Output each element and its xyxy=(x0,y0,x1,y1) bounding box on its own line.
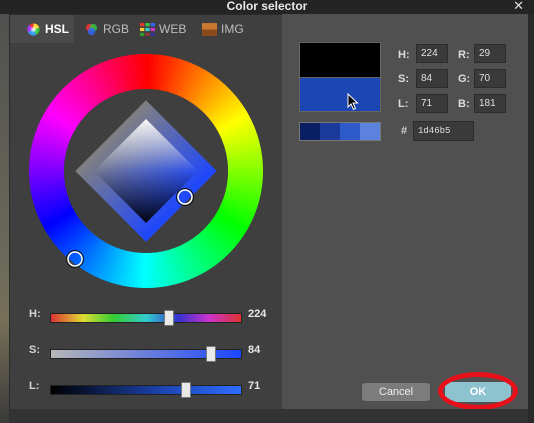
saturation-slider-thumb[interactable] xyxy=(205,346,216,362)
lightness-slider-row: L: 71 xyxy=(10,377,282,399)
saturation-slider-row: S: 84 xyxy=(10,341,282,363)
cancel-button[interactable]: Cancel xyxy=(362,383,430,401)
tab-hsl[interactable]: HSL xyxy=(10,15,74,43)
background-edge-right xyxy=(528,14,534,423)
palette-swatch[interactable] xyxy=(320,123,340,140)
palette-swatch[interactable] xyxy=(340,123,360,140)
shade-palette xyxy=(299,122,381,141)
lightness-slider[interactable] xyxy=(50,382,242,398)
tab-web-label: WEB xyxy=(159,22,187,36)
close-icon[interactable]: ✕ xyxy=(513,0,524,14)
web-grid-icon xyxy=(140,22,155,36)
r-input[interactable]: 29 xyxy=(474,44,506,63)
color-wheel[interactable] xyxy=(28,53,264,289)
lightness-slider-label: L: xyxy=(29,380,40,392)
current-color-swatch xyxy=(299,77,381,112)
r-field-label: R: xyxy=(458,49,470,61)
b-field-label: B: xyxy=(458,98,470,110)
hue-slider-label: H: xyxy=(29,308,41,320)
tab-bar: HSL RGB WEB IMG xyxy=(10,15,282,43)
title-bar: Color selector ✕ xyxy=(0,0,534,15)
tab-rgb[interactable]: RGB xyxy=(84,15,129,43)
g-input[interactable]: 70 xyxy=(474,69,506,88)
l-field-label: L: xyxy=(398,98,409,110)
hsl-panel: HSL RGB WEB IMG H: 224 S: 84 L: 71 xyxy=(9,14,283,411)
lightness-slider-thumb[interactable] xyxy=(180,382,191,398)
g-field-label: G: xyxy=(458,73,471,85)
hue-ring[interactable] xyxy=(28,53,264,289)
tab-hsl-label: HSL xyxy=(45,22,69,36)
previous-color-swatch xyxy=(299,42,381,79)
color-values-panel: H: 224 S: 84 L: 71 R: 29 G: 70 B: 181 # … xyxy=(282,14,528,410)
hue-slider-value: 224 xyxy=(248,308,267,320)
l-input[interactable]: 71 xyxy=(416,94,448,113)
red-highlight-circle xyxy=(438,372,518,410)
hex-symbol: # xyxy=(401,125,408,137)
s-input[interactable]: 84 xyxy=(416,69,448,88)
h-input[interactable]: 224 xyxy=(416,44,448,63)
hue-slider-thumb[interactable] xyxy=(163,310,174,326)
h-field-label: H: xyxy=(398,49,410,61)
tab-rgb-label: RGB xyxy=(103,22,130,36)
tab-web[interactable]: WEB xyxy=(140,15,186,43)
hue-slider[interactable] xyxy=(50,310,242,326)
palette-swatch[interactable] xyxy=(300,123,320,140)
rgb-circles-icon xyxy=(85,23,98,35)
lightness-slider-value: 71 xyxy=(248,380,261,392)
background-edge xyxy=(0,14,9,423)
b-input[interactable]: 181 xyxy=(474,94,506,113)
hex-input[interactable]: 1d46b5 xyxy=(413,121,474,141)
s-field-label: S: xyxy=(398,73,409,85)
window-title: Color selector xyxy=(226,0,308,13)
tab-img[interactable]: IMG xyxy=(202,15,244,43)
dialog-bottom-edge xyxy=(9,409,528,423)
tab-img-label: IMG xyxy=(221,22,244,36)
saturation-slider[interactable] xyxy=(50,346,242,362)
palette-swatch[interactable] xyxy=(360,123,380,140)
hue-slider-row: H: 224 xyxy=(10,305,282,327)
hsl-wheel-icon xyxy=(27,22,40,36)
saturation-slider-label: S: xyxy=(29,344,40,356)
image-icon xyxy=(202,22,217,36)
saturation-slider-value: 84 xyxy=(248,344,261,356)
mouse-cursor-icon xyxy=(347,93,359,111)
